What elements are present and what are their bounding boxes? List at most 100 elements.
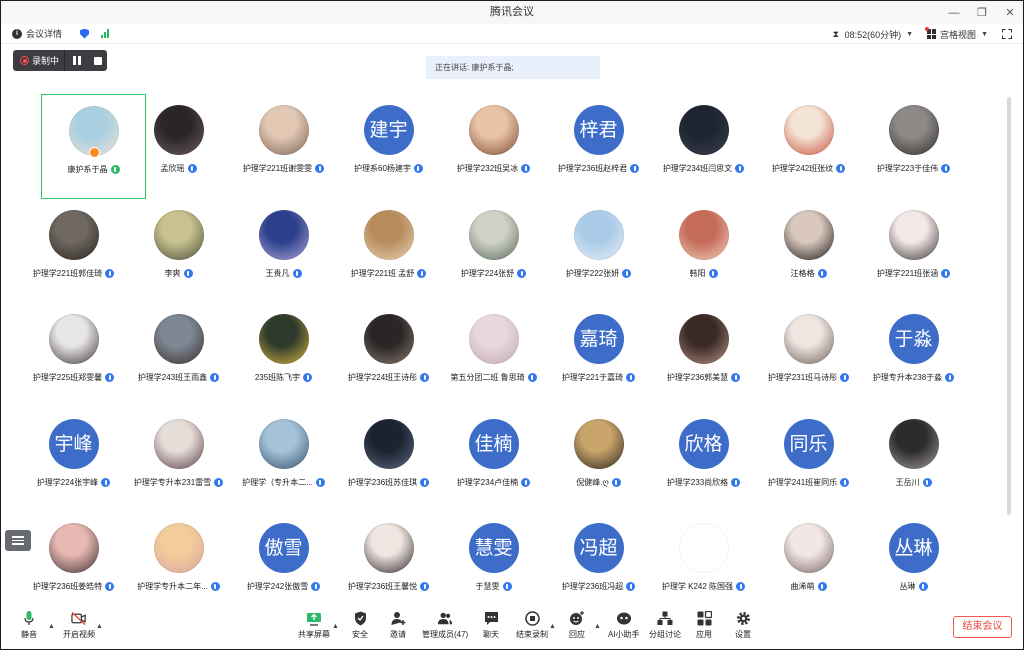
ai-assistant-icon bbox=[616, 611, 632, 626]
ai-assistant-button[interactable]: AI小助手 bbox=[608, 611, 640, 640]
participant-tile[interactable]: 护理学242班张纹 bbox=[756, 94, 861, 199]
settings-button[interactable]: 设置 bbox=[735, 611, 751, 640]
stop-icon[interactable] bbox=[94, 56, 103, 65]
participant-name: 护理学224班王诗彤 bbox=[347, 373, 418, 382]
participant-tile[interactable]: 曲浠萌 bbox=[756, 512, 861, 617]
participant-tile[interactable]: 护理学236班姜皓特 bbox=[21, 512, 126, 617]
participant-tile[interactable]: 235班陈飞宇 bbox=[231, 303, 336, 408]
participant-tile[interactable]: 欣格 护理学233尚欣格 bbox=[651, 408, 756, 513]
participant-name-row: 护理学224张宇峰 bbox=[37, 477, 111, 488]
participant-tile[interactable]: 倪健峰.ღ bbox=[546, 408, 651, 513]
chevron-up-icon[interactable]: ▲ bbox=[549, 623, 556, 630]
ai-assistant-label: AI小助手 bbox=[608, 630, 640, 639]
participant-tile[interactable]: 慧雯 于慧雯 bbox=[441, 512, 546, 617]
participant-tile[interactable]: 护理学243班王雨鑫 bbox=[126, 303, 231, 408]
participant-tile[interactable]: 汪格格 bbox=[756, 199, 861, 304]
participant-tile[interactable]: 护理学236班王馨悦 bbox=[336, 512, 441, 617]
participant-tile[interactable]: 护理学224班王诗彤 bbox=[336, 303, 441, 408]
participant-tile[interactable]: 护理学222张妍 bbox=[546, 199, 651, 304]
participant-tile[interactable]: 护理学236班苏佳琪 bbox=[336, 408, 441, 513]
divider bbox=[64, 50, 66, 71]
participant-name-row: 丛琳 bbox=[900, 581, 928, 592]
share-screen-button[interactable]: 共享屏幕 bbox=[298, 611, 330, 640]
participant-tile[interactable]: 护理学221班 孟舒 bbox=[336, 199, 441, 304]
mute-button[interactable]: 静音 bbox=[21, 611, 37, 640]
participant-tile[interactable]: 丛琳 丛琳 bbox=[861, 512, 966, 617]
apps-button[interactable]: 应用 bbox=[696, 611, 712, 640]
participant-tile[interactable]: 傲雪 护理学242张傲雪 bbox=[231, 512, 336, 617]
participant-tile[interactable]: 护理学234班闫思文 bbox=[651, 94, 756, 199]
microphone-status-icon bbox=[945, 373, 955, 382]
meeting-timer[interactable]: 08:52(60分钟) bbox=[845, 28, 902, 41]
participant-tile[interactable]: 护理学225班郑雯馨 bbox=[21, 303, 126, 408]
participant-tile[interactable]: 护理学专升本二年... bbox=[126, 512, 231, 617]
end-meeting-button[interactable]: 结束会议 bbox=[953, 616, 1012, 638]
invite-button[interactable]: 邀请 bbox=[390, 611, 406, 640]
avatar bbox=[888, 105, 939, 155]
video-button[interactable]: 开启视频 bbox=[63, 611, 95, 640]
member-list-toggle[interactable] bbox=[5, 530, 31, 551]
scrollbar[interactable] bbox=[1007, 97, 1011, 515]
participant-tile[interactable]: 护理学236郭美慧 bbox=[651, 303, 756, 408]
security-button[interactable]: 安全 bbox=[352, 611, 368, 640]
participant-tile[interactable]: 梓君 护理学236班赵梓君 bbox=[546, 94, 651, 199]
breakout-button[interactable]: 分组讨论 bbox=[649, 611, 681, 640]
restore-icon[interactable]: ❐ bbox=[975, 6, 989, 20]
participant-tile[interactable]: 护理学232班吴冰 bbox=[441, 94, 546, 199]
chevron-down-icon[interactable]: ▼ bbox=[981, 31, 988, 38]
participant-tile[interactable]: 宇峰 护理学224张宇峰 bbox=[21, 408, 126, 513]
chevron-up-icon[interactable]: ▲ bbox=[96, 623, 103, 630]
participant-tile[interactable]: 嘉琦 护理学221于嘉琦 bbox=[546, 303, 651, 408]
pause-icon[interactable] bbox=[73, 56, 82, 65]
participant-tile[interactable]: 护理学231班马诗彤 bbox=[756, 303, 861, 408]
chevron-up-icon[interactable]: ▲ bbox=[48, 623, 55, 630]
participant-tile[interactable]: 护理学224张舒 bbox=[441, 199, 546, 304]
participant-tile[interactable]: 护理学221班郭佳琦 bbox=[21, 199, 126, 304]
avatar bbox=[153, 523, 204, 573]
participant-tile[interactable]: 护理学专升本231雷雪 bbox=[126, 408, 231, 513]
participant-tile[interactable]: 于淼 护理专升本238于淼 bbox=[861, 303, 966, 408]
minimize-icon[interactable]: — bbox=[947, 6, 961, 20]
participant-name: 护理学232班吴冰 bbox=[456, 164, 519, 173]
avatar bbox=[363, 314, 414, 364]
video-off-icon bbox=[71, 611, 87, 626]
participant-name-row: 护理学232班吴冰 bbox=[456, 163, 531, 174]
participant-tile[interactable]: 护理学 K242 陈国强 bbox=[651, 512, 756, 617]
signal-icon[interactable] bbox=[101, 29, 110, 38]
participant-name: 王岳川 bbox=[895, 477, 920, 487]
participant-tile[interactable]: 王贵凡 bbox=[231, 199, 336, 304]
manage-members-button[interactable]: 管理成员(47) bbox=[422, 611, 468, 640]
participant-tile[interactable]: 护理学（专升本二... bbox=[231, 408, 336, 513]
participant-tile[interactable]: 护理学221班张涵 bbox=[861, 199, 966, 304]
participant-tile[interactable]: 佳楠 护理学234卢佳楠 bbox=[441, 408, 546, 513]
chevron-down-icon[interactable]: ▼ bbox=[906, 31, 913, 38]
microphone-status-icon bbox=[527, 373, 537, 382]
breakout-rooms-icon bbox=[657, 611, 673, 626]
participant-name-row: 护理系60杨建宇 bbox=[354, 163, 423, 174]
view-mode-button[interactable]: 宫格视图 bbox=[940, 28, 976, 41]
participant-tile[interactable]: 李爽 bbox=[126, 199, 231, 304]
participant-name: 丛琳 bbox=[899, 582, 916, 591]
end-recording-button[interactable]: 结束录制 bbox=[516, 611, 548, 640]
reactions-button[interactable]: 回应 bbox=[569, 611, 585, 640]
shield-icon[interactable] bbox=[80, 28, 90, 39]
participant-tile[interactable]: 护理学223于佳伟 bbox=[861, 94, 966, 199]
fullscreen-icon[interactable] bbox=[1002, 29, 1012, 39]
participant-name: 235班陈飞宇 bbox=[254, 373, 301, 382]
participant-tile[interactable]: 同乐 护理学241班崔同乐 bbox=[756, 408, 861, 513]
participant-tile[interactable]: 护理学221班谢雯雯 bbox=[231, 94, 336, 199]
chevron-up-icon[interactable]: ▲ bbox=[332, 623, 339, 630]
participant-tile[interactable]: 第五分团二班 鲁思琦 bbox=[441, 303, 546, 408]
participant-tile[interactable]: 韩阳 bbox=[651, 199, 756, 304]
chevron-up-icon[interactable]: ▲ bbox=[594, 623, 601, 630]
participant-tile[interactable]: 建宇 护理系60杨建宇 bbox=[336, 94, 441, 199]
chat-button[interactable]: 聊天 bbox=[483, 611, 499, 640]
reaction-icon bbox=[569, 611, 585, 626]
participant-name: 护理学242班张纹 bbox=[771, 164, 834, 173]
grid-view-icon[interactable] bbox=[925, 27, 937, 39]
close-icon[interactable]: ✕ bbox=[1003, 6, 1017, 20]
participant-tile[interactable]: 冯超 护理学236班冯超 bbox=[546, 512, 651, 617]
meeting-details-link[interactable]: 会议详情 bbox=[26, 27, 62, 40]
participant-tile[interactable]: 孟欣瑶 bbox=[126, 94, 231, 199]
participant-tile[interactable]: 王岳川 bbox=[861, 408, 966, 513]
